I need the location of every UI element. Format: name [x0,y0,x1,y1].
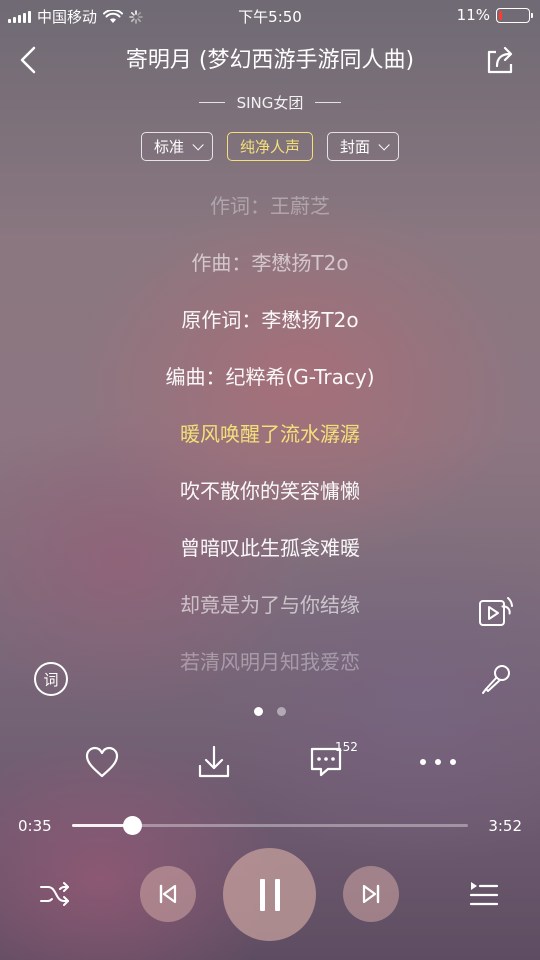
battery-icon [496,7,533,23]
lyric-line[interactable]: 若清风明月知我爱恋 [0,646,540,675]
previous-button[interactable] [140,866,196,922]
audio-mode-chips: 标准 纯净人声 封面 [0,132,540,161]
page-dot[interactable] [277,707,286,716]
artist-name[interactable]: SING女团 [237,92,304,113]
lyric-line[interactable]: 原作词：李懋扬T2o [0,304,540,333]
song-title: 寄明月 (梦幻西游手游同人曲) [125,48,415,73]
status-bar: 中国移动 下午5:50 11% [0,0,540,32]
cover-chip-label: 封面 [340,138,371,156]
progress-bar[interactable] [72,816,468,835]
lyric-line[interactable]: 曾暗叹此生孤衾难暖 [0,532,540,561]
pause-icon [259,878,280,911]
battery-percent: 11% [456,6,490,24]
chevron-down-icon [192,138,204,151]
next-icon [362,884,380,904]
microphone-icon[interactable] [480,662,514,696]
share-icon[interactable] [484,44,516,76]
divider [315,102,342,103]
play-order-icon[interactable] [38,879,72,909]
artist-row[interactable]: SING女团 [0,92,540,113]
total-duration: 3:52 [488,817,522,835]
next-button[interactable] [343,866,399,922]
page-dot-active[interactable] [254,707,263,716]
chevron-down-icon [378,138,390,151]
cover-chip[interactable]: 封面 [327,132,400,161]
play-pause-button[interactable] [223,848,316,941]
lyric-line[interactable]: 却竟是为了与你结缘 [0,589,540,618]
page-indicator [0,707,540,716]
previous-icon [159,884,177,904]
download-icon[interactable] [197,744,231,780]
lyric-poster-icon[interactable]: 词 [34,662,68,696]
lyric-line-current[interactable]: 暖风唤醒了流水潺潺 [0,418,540,447]
lyric-line[interactable]: 编曲：纪粹希(G-Tracy) [0,361,540,390]
comment-count-badge: 152 [335,740,358,754]
back-chevron-icon[interactable] [14,44,44,76]
lyric-line[interactable]: 吹不散你的笑容慵懒 [0,475,540,504]
pure-vocal-chip-label: 纯净人声 [239,138,300,156]
playlist-icon[interactable] [468,879,500,909]
pure-vocal-chip[interactable]: 纯净人声 [226,132,313,161]
lyric-line[interactable]: 作词：王蔚芝 [0,190,540,219]
elapsed-time: 0:35 [18,817,52,835]
quality-chip[interactable]: 标准 [140,132,213,161]
progress-handle[interactable] [122,816,142,835]
more-icon[interactable] [420,759,456,765]
lyric-line[interactable]: 作曲：李懋扬T2o [0,247,540,276]
heart-icon[interactable] [84,745,120,779]
quality-chip-label: 标准 [153,138,184,156]
divider [198,102,225,103]
lyric-poster-label: 词 [43,670,59,689]
video-cast-icon[interactable] [477,594,515,628]
